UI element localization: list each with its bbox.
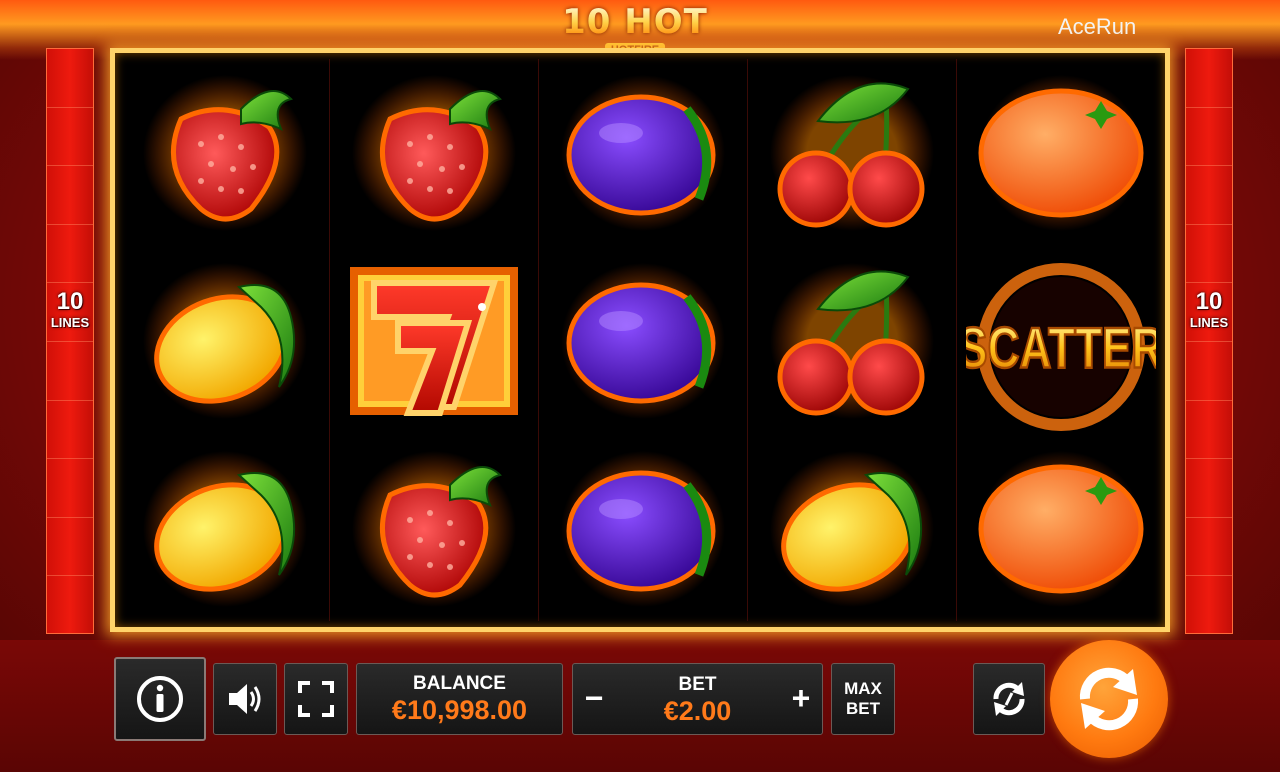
sound-button[interactable]: [213, 663, 277, 735]
bet-display: BET €2.00: [573, 674, 822, 726]
logo-title: 10 HOT: [560, 4, 710, 40]
balance-display: BALANCE €10,998.00: [356, 663, 563, 735]
lines-count: 10: [56, 288, 84, 315]
lines-label: LINES: [1189, 315, 1229, 330]
lines-panel-right: 10 LINES: [1185, 48, 1233, 634]
plum-symbol: [539, 435, 747, 623]
lemon-symbol: [121, 435, 329, 623]
cherries-symbol: [748, 59, 956, 247]
brand-logo: AceRun: [1058, 14, 1136, 40]
spin-icon: [1079, 667, 1139, 731]
info-icon: [137, 676, 183, 722]
orange-symbol: [957, 59, 1165, 247]
reel-3: [539, 59, 747, 621]
max-bet-button[interactable]: MAX BET: [831, 663, 895, 735]
plum-symbol: [539, 59, 747, 247]
bet-control: − BET €2.00 +: [572, 663, 823, 735]
lines-indicator-right: 10 LINES: [1186, 289, 1232, 331]
balance-value: €10,998.00: [391, 695, 528, 725]
lines-label: LINES: [50, 315, 90, 330]
plum-symbol: [539, 247, 747, 435]
reel-1: [121, 59, 329, 621]
autoplay-icon: [993, 682, 1025, 716]
bet-increase-button[interactable]: +: [786, 678, 816, 718]
strawberry-symbol: [121, 59, 329, 247]
lemon-symbol: [121, 247, 329, 435]
brand-name: AceRun: [1058, 14, 1137, 39]
scatter-text: SCATTER: [966, 316, 1156, 380]
speaker-icon: [229, 684, 261, 714]
lines-count: 10: [1195, 288, 1223, 315]
fullscreen-button[interactable]: [284, 663, 348, 735]
orange-symbol: [957, 435, 1165, 623]
game-logo: 10 HOT HOTFIRE: [560, 4, 710, 57]
reel-2: [330, 59, 538, 621]
max-bet-label-line1: MAX: [844, 679, 882, 698]
lines-panel-left: 10 LINES: [46, 48, 94, 634]
max-bet-label-line2: BET: [846, 699, 880, 718]
reel-4: [748, 59, 956, 621]
lemon-symbol: [748, 435, 956, 623]
strawberry-symbol: [330, 435, 538, 623]
autoplay-button[interactable]: [973, 663, 1045, 735]
scatter-symbol: SCATTER: [957, 247, 1165, 435]
balance-label: BALANCE: [413, 673, 506, 694]
fullscreen-icon: [298, 681, 334, 717]
seven-symbol: [330, 247, 538, 435]
bet-value: €2.00: [663, 696, 732, 726]
cherries-symbol: [748, 247, 956, 435]
info-button[interactable]: [114, 657, 206, 741]
reels-frame: SCATTER: [110, 48, 1170, 632]
lines-indicator-left: 10 LINES: [47, 289, 93, 331]
spin-button[interactable]: [1050, 640, 1168, 758]
strawberry-symbol: [330, 59, 538, 247]
reel-5: SCATTER: [957, 59, 1165, 621]
bet-label: BET: [678, 674, 717, 695]
